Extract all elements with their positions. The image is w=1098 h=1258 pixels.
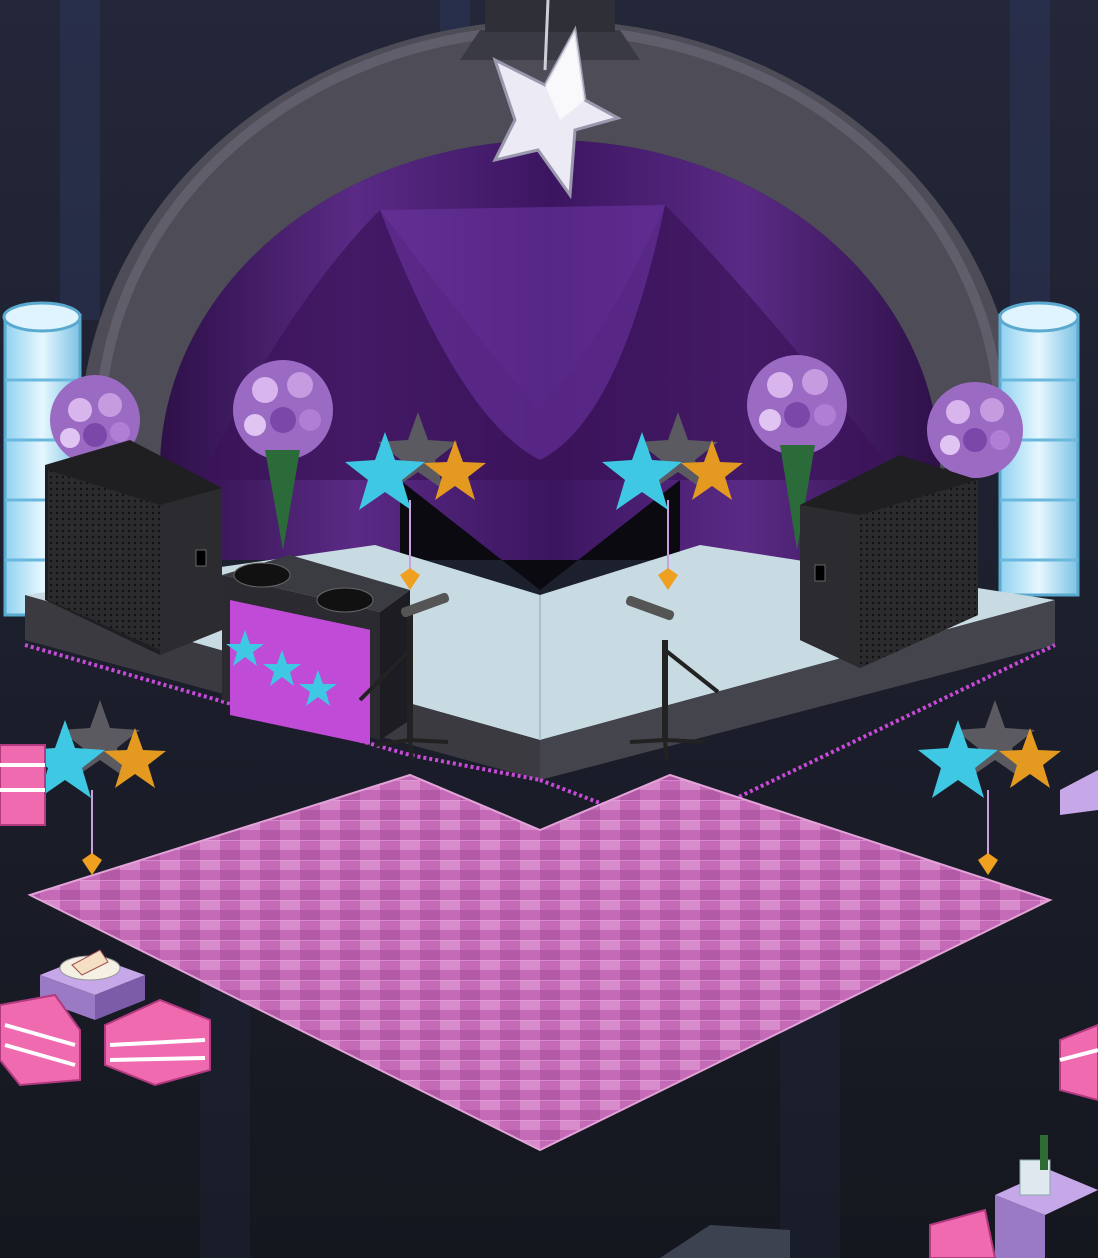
- champagne-bottle-icon: [1040, 1135, 1048, 1170]
- game-room-scene: [0, 0, 1098, 1258]
- turntable-right[interactable]: [316, 587, 374, 613]
- flower-bouquet-4[interactable]: [927, 382, 1023, 478]
- turntable-left[interactable]: [233, 562, 291, 588]
- dj-booth[interactable]: [222, 555, 410, 745]
- striped-sofa-left-top[interactable]: [0, 744, 46, 826]
